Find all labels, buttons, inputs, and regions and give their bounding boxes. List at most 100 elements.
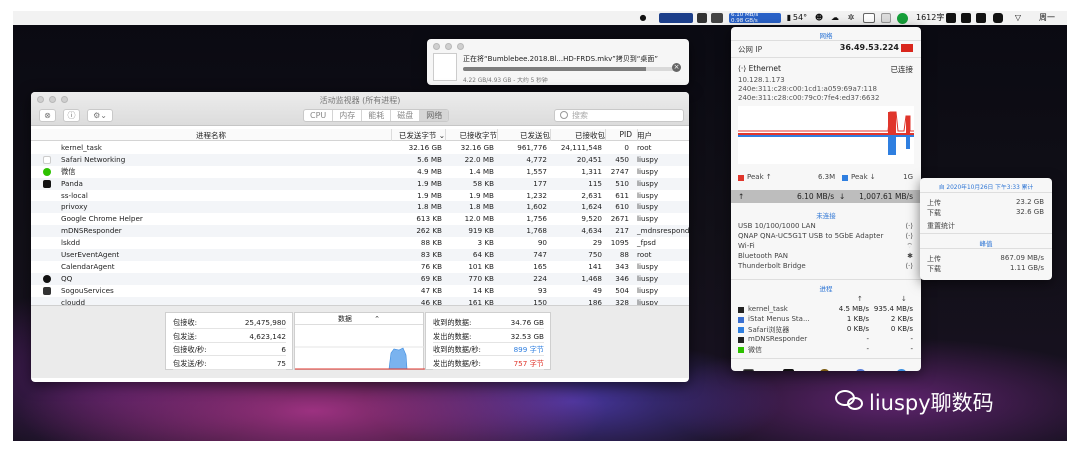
- rate-down-value: 1,007.61 MB/s: [859, 192, 913, 201]
- cell-spk: 150: [533, 297, 547, 305]
- cell-sent: 1.8 MB: [417, 202, 442, 212]
- copy-status: 4.22 GB/4.93 GB - 大约 5 秒钟: [463, 78, 548, 84]
- stat-value: 75: [276, 358, 286, 368]
- network-meter[interactable]: 6.10 MB/s 0.98 GB/s: [729, 12, 781, 24]
- process-upload: 4.5 MB/s: [838, 305, 869, 313]
- network-graph: [295, 346, 425, 370]
- cell-user: root: [637, 143, 652, 152]
- safari-icon[interactable]: [896, 369, 907, 371]
- keyboard-icon[interactable]: [976, 13, 986, 23]
- clipboard-icon[interactable]: [881, 13, 891, 23]
- screen-icon[interactable]: [863, 13, 875, 23]
- cloud-icon[interactable]: ☁: [829, 13, 841, 23]
- process-name: 微信: [61, 166, 76, 176]
- panda-icon[interactable]: ☻: [813, 13, 825, 23]
- process-icon: [738, 347, 744, 353]
- tab-1[interactable]: 内存: [333, 110, 363, 121]
- cell-rpk: 24,111,548: [560, 143, 602, 152]
- cell-user: liuspy: [637, 166, 659, 176]
- table-row[interactable]: UserEventAgent 83 KB 64 KB 747 750 88 root: [31, 249, 689, 261]
- process-upload: 0 KB/s: [846, 325, 869, 333]
- stat-value: 757 字节: [513, 358, 544, 368]
- activity-monitor-icon[interactable]: [743, 369, 754, 371]
- table-row[interactable]: mDNSResponder 262 KB 919 KB 1,768 4,634 217 _m…: [31, 225, 689, 238]
- disk-meter-icon[interactable]: [711, 13, 723, 23]
- column-header-2[interactable]: 已接收字节: [445, 130, 498, 141]
- camera-icon[interactable]: [946, 13, 956, 23]
- input-count-label[interactable]: 1612字: [916, 13, 946, 23]
- table-row[interactable]: ss-local 1.9 MB 1.9 MB 1,232 2,631 611 liuspy: [31, 190, 689, 202]
- table-row[interactable]: Google Chrome Helper 613 KB 12.0 MB 1,756 9,…: [31, 213, 689, 225]
- process-name: 微信: [748, 346, 762, 354]
- column-header-5[interactable]: PID: [605, 130, 632, 139]
- s-app-icon[interactable]: [993, 13, 1003, 23]
- data-stats-box: 收到的数据: 34.76 GB 发出的数据: 32.53 GB 收到的数据/秒: 899 …: [425, 312, 551, 370]
- minimize-button[interactable]: [445, 43, 452, 50]
- memory-meter-icon[interactable]: [697, 13, 707, 23]
- wechat-icon[interactable]: ●: [637, 13, 649, 23]
- info-button[interactable]: ⓘ: [63, 109, 80, 122]
- gear-menu-button[interactable]: ⚙⌄: [87, 109, 113, 122]
- stat-label: 收到的数据:: [433, 318, 472, 327]
- close-button[interactable]: [433, 43, 440, 50]
- graph-select[interactable]: 数据 ⌃: [295, 313, 423, 325]
- interface-icon: ⟨·⟩: [905, 232, 913, 240]
- terminal-icon[interactable]: [783, 369, 794, 371]
- grid-icon[interactable]: [961, 13, 971, 23]
- cell-spk: 1,768: [526, 226, 547, 236]
- istat-network-panel: 网络 公网 IP 36.49.53.224 ⟨·⟩ Ethernet 已连接 1…: [731, 27, 921, 371]
- column-header-0[interactable]: 进程名称: [31, 130, 391, 141]
- cell-rpk: 115: [588, 178, 602, 188]
- table-row[interactable]: CalendarAgent 76 KB 101 KB 165 141 343 liuspy: [31, 261, 689, 273]
- table-row[interactable]: kernel_task 32.16 GB 32.16 GB 961,776 24,111…: [31, 142, 689, 154]
- column-header-6[interactable]: 用户: [637, 130, 689, 141]
- process-name: mDNSResponder: [61, 226, 122, 236]
- cell-rpk: 141: [588, 261, 602, 271]
- process-download: 2 KB/s: [890, 315, 913, 323]
- table-row[interactable]: Panda 1.9 MB 58 KB 177 115 510 liuspy: [31, 177, 689, 190]
- ethernet-label: Ethernet: [748, 64, 781, 73]
- cell-pid: 611: [615, 190, 629, 200]
- search-input[interactable]: 搜索: [554, 109, 684, 122]
- process-download: -: [910, 335, 913, 343]
- peak-title: 峰值: [979, 240, 993, 248]
- cell-recv: 770 KB: [468, 273, 494, 283]
- table-row[interactable]: QQ 69 KB 770 KB 224 1,468 346 liuspy: [31, 272, 689, 285]
- network-utility-icon[interactable]: [819, 369, 830, 371]
- clock-weekday[interactable]: 周一: [1035, 13, 1059, 23]
- tab-0[interactable]: CPU: [304, 110, 334, 121]
- tab-4[interactable]: 网络: [420, 110, 449, 121]
- globe-icon[interactable]: [855, 369, 866, 371]
- reset-stats-button[interactable]: 重置统计: [927, 221, 955, 231]
- table-row[interactable]: lskdd 88 KB 3 KB 90 29 1095 _fpsd: [31, 237, 689, 249]
- graph-select-label: 数据: [337, 315, 352, 323]
- stat-value: 4,623,142: [249, 331, 286, 341]
- doc-icon: [43, 155, 51, 164]
- history-up-label: 上传: [927, 199, 941, 207]
- table-row[interactable]: Safari Networking 5.6 MB 22.0 MB 4,772 20,45…: [31, 153, 689, 166]
- temperature-label[interactable]: 54°: [790, 13, 810, 23]
- column-header-1[interactable]: 已发送字节 ⌄: [391, 130, 445, 141]
- cancel-copy-icon[interactable]: ×: [672, 63, 681, 72]
- wifi-icon[interactable]: ▽: [1011, 13, 1025, 23]
- zoom-button[interactable]: [457, 43, 464, 50]
- stat-label: 发出的数据:: [433, 331, 472, 341]
- tab-3[interactable]: 磁盘: [391, 110, 421, 121]
- table-row[interactable]: cloudd 46 KB 161 KB 150 186 328 liuspy: [31, 296, 689, 305]
- spotify-icon[interactable]: [897, 13, 908, 24]
- stat-label: 包接收:: [173, 318, 197, 327]
- cell-recv: 101 KB: [468, 261, 494, 271]
- table-row[interactable]: privoxy 1.8 MB 1.8 MB 1,602 1,624 610 liuspy: [31, 201, 689, 214]
- cpu-meter-icon[interactable]: [659, 13, 693, 23]
- tab-2[interactable]: 能耗: [362, 110, 392, 121]
- table-row[interactable]: 微信 4.9 MB 1.4 MB 1,557 1,311 2747 liuspy: [31, 166, 689, 178]
- stat-line: 发出的数据: 32.53 GB: [433, 330, 544, 343]
- column-header-3[interactable]: 已发送包: [497, 130, 550, 141]
- column-header-4[interactable]: 已接收包: [550, 130, 605, 141]
- interface-label: Bluetooth PAN: [738, 252, 789, 260]
- table-row[interactable]: SogouServices 47 KB 14 KB 93 49 504 liuspy: [31, 285, 689, 297]
- stop-process-button[interactable]: ⊗: [39, 109, 56, 122]
- app-icon[interactable]: ✲: [845, 13, 857, 23]
- peak-up-value: 6.3M: [818, 173, 836, 181]
- divider: [920, 233, 1052, 234]
